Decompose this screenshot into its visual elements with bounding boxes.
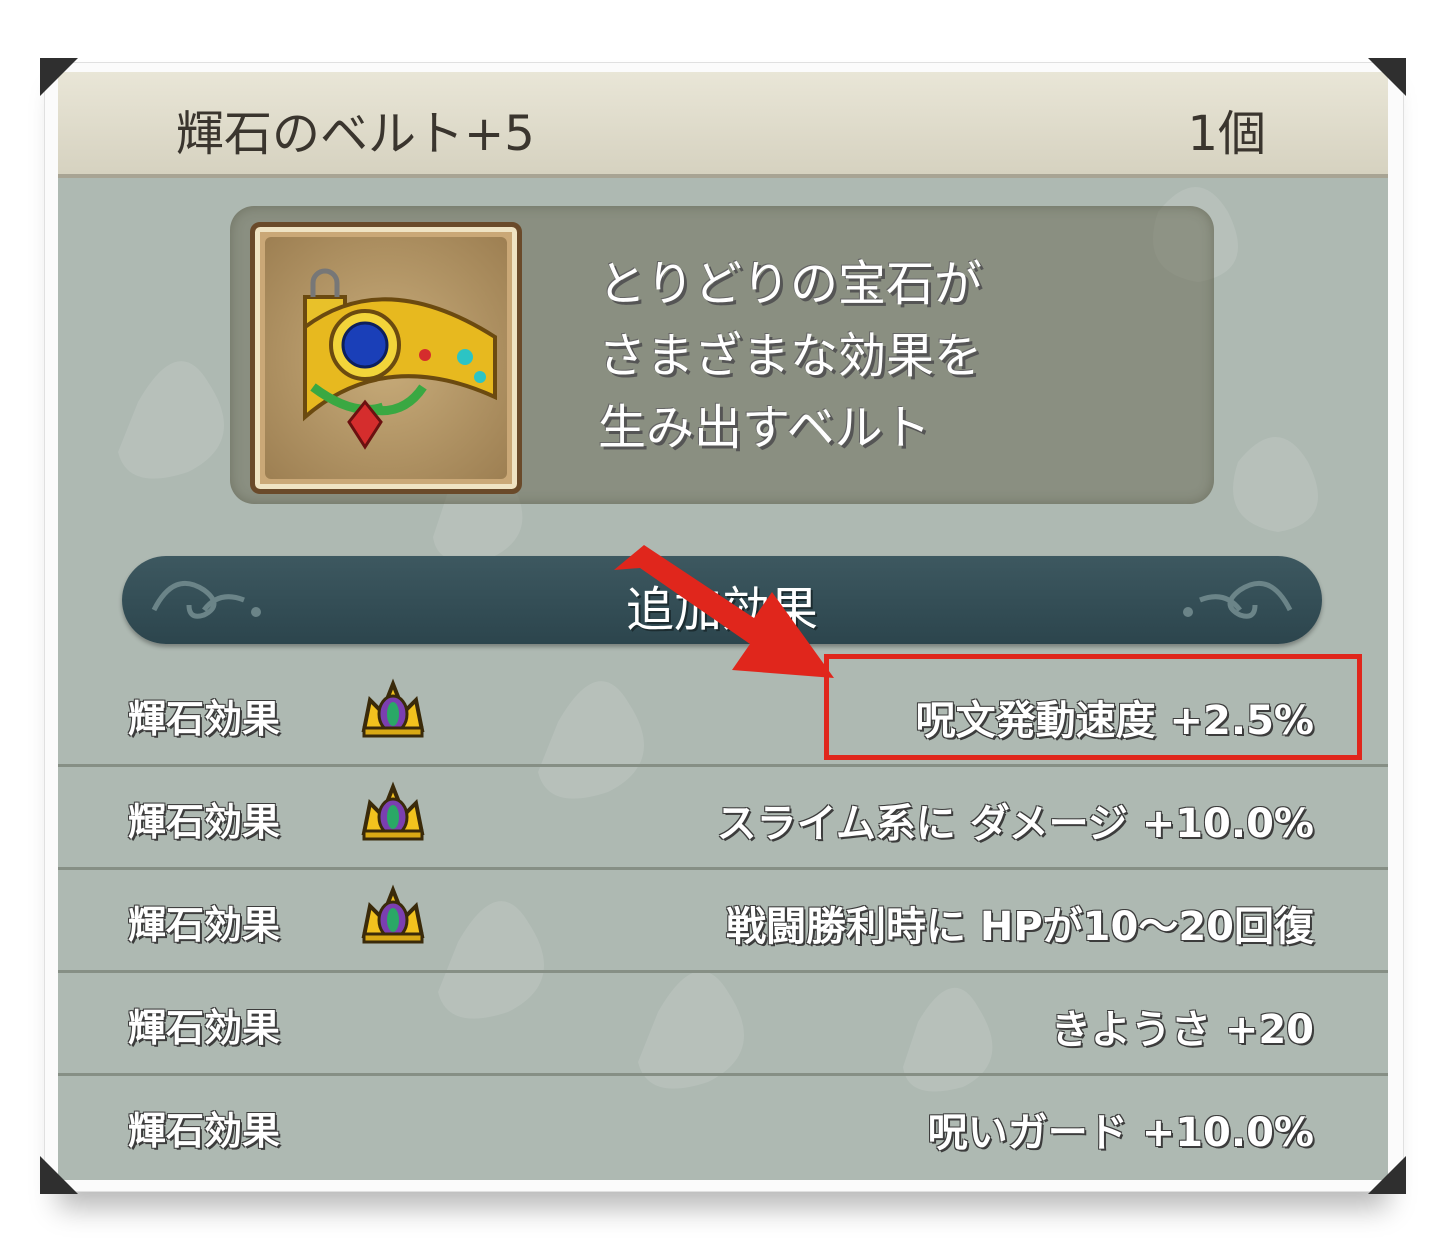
effect-label: 輝石効果 (128, 1006, 281, 1050)
effect-row: 輝石効果 戦闘勝利時に HPが10〜20回復 (58, 868, 1388, 973)
effect-row: 輝石効果 呪いガード +10.0% (58, 1074, 1388, 1176)
effect-label: 輝石効果 (128, 800, 281, 844)
item-count: 1個 (1187, 106, 1266, 162)
frame-corner (40, 58, 78, 96)
effect-value: スライム系に ダメージ +10.0% (716, 801, 1314, 847)
item-name: 輝石のベルト+5 (176, 106, 535, 162)
effect-row: 輝石効果 きようさ +20 (58, 971, 1388, 1076)
effect-row: 輝石効果 スライム系に ダメージ +10.0% (58, 765, 1388, 870)
crown-gem-icon (361, 781, 425, 841)
flourish-right-icon (1183, 580, 1293, 619)
title-bar: 輝石のベルト+5 1個 (58, 72, 1388, 178)
highlight-box (824, 654, 1362, 760)
item-description: とりどりの宝石が さまざまな効果を 生み出すベルト (598, 256, 983, 456)
effect-label: 輝石効果 (128, 1109, 281, 1153)
effect-value: 呪いガード +10.0% (927, 1110, 1314, 1156)
frame-corner (1368, 58, 1406, 96)
effect-value: 戦闘勝利時に HPが10〜20回復 (725, 904, 1314, 950)
effect-label: 輝石効果 (128, 903, 281, 947)
crown-gem-icon (361, 678, 425, 738)
effect-label: 輝石効果 (128, 697, 281, 741)
red-arrow (614, 545, 834, 678)
frame-corner (40, 1156, 78, 1194)
crown-gem-icon (361, 884, 425, 944)
effect-value: きようさ +20 (1050, 1007, 1314, 1053)
frame-corner (1368, 1156, 1406, 1194)
jeweled-belt-icon (303, 268, 497, 450)
item-icon-frame (250, 222, 522, 494)
